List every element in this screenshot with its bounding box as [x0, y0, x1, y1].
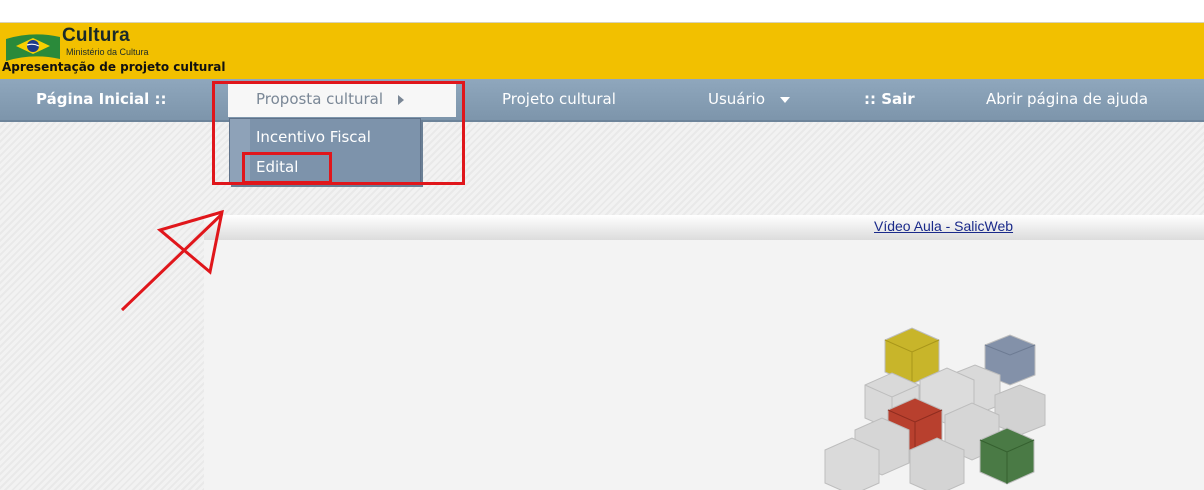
brazil-flag-logo-icon: [6, 34, 60, 61]
nav-sair[interactable]: :: Sair: [864, 90, 915, 108]
nav-sair-label: :: Sair: [864, 90, 915, 108]
nav-ajuda[interactable]: Abrir página de ajuda: [986, 90, 1148, 108]
nav-projeto-cultural[interactable]: Projeto cultural: [502, 90, 616, 108]
brand-title: Cultura: [62, 25, 130, 46]
main-navbar: Página Inicial :: Projeto cultural Usuár…: [0, 79, 1204, 122]
chevron-down-icon: [779, 96, 790, 103]
nav-usuario[interactable]: Usuário: [708, 90, 790, 108]
brand-subtitle: Ministério da Cultura: [66, 47, 149, 57]
highlight-box-edital: [242, 152, 332, 184]
nav-projeto-cultural-label: Projeto cultural: [502, 90, 616, 108]
stacked-cubes-icon: [824, 327, 1046, 490]
video-aula-link[interactable]: Vídeo Aula - SalicWeb: [874, 218, 1013, 234]
top-strip: [0, 0, 1204, 23]
nav-ajuda-label: Abrir página de ajuda: [986, 90, 1149, 108]
header-banner: Cultura Ministério da Cultura Apresentaç…: [0, 23, 1204, 79]
link-bar: [204, 215, 1204, 240]
app-title: Apresentação de projeto cultural: [2, 60, 226, 74]
nav-home-label: Página Inicial ::: [36, 90, 167, 108]
nav-home[interactable]: Página Inicial ::: [36, 90, 167, 108]
nav-usuario-label: Usuário: [708, 90, 766, 108]
